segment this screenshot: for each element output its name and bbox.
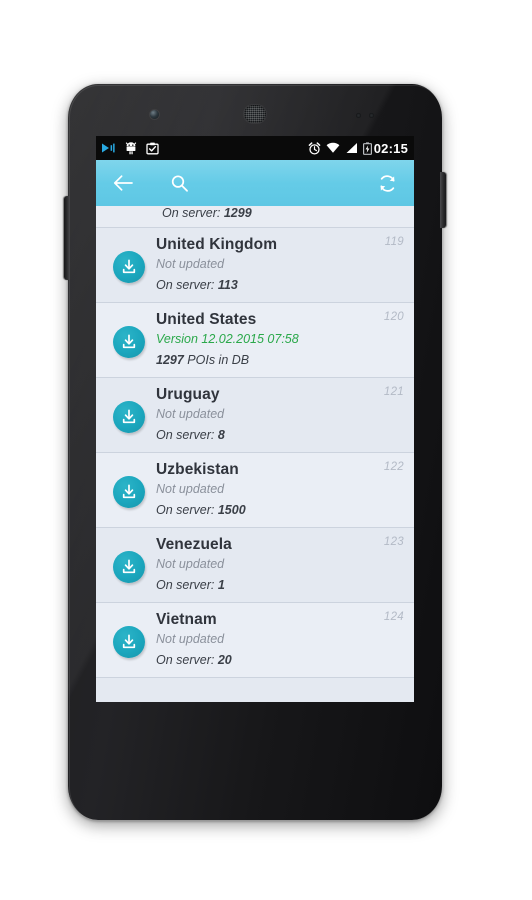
wifi-icon (326, 142, 340, 153)
row-icon-cell[interactable] (106, 535, 152, 583)
volume-button[interactable] (64, 196, 70, 280)
country-name: Uruguay (156, 386, 220, 403)
search-button[interactable] (164, 168, 194, 198)
search-icon (171, 174, 188, 192)
row-text-cell: Uzbekistan Not updated On server: 1500 (152, 460, 404, 519)
download-icon[interactable] (113, 551, 145, 583)
on-server-label: On server: (156, 653, 215, 667)
on-server-label: On server: (162, 206, 221, 220)
table-row[interactable]: Uruguay Not updated On server: 8 121 (96, 378, 414, 453)
download-icon[interactable] (113, 626, 145, 658)
row-text-cell: Vietnam Not updated On server: 20 (152, 610, 404, 669)
refresh-button[interactable] (372, 168, 402, 198)
download-icon[interactable] (113, 251, 145, 283)
update-status: Not updated (156, 557, 225, 571)
table-row[interactable]: Uzbekistan Not updated On server: 1500 1… (96, 453, 414, 528)
update-status: Not updated (156, 257, 225, 271)
country-name: Vietnam (156, 611, 217, 628)
cast-play-icon (102, 143, 115, 153)
download-arrow-glyph (122, 634, 136, 649)
screenshot-stage: 02:15 On server: 1299 United Kingdom Not… (0, 0, 532, 900)
earpiece-speaker-icon (244, 105, 266, 123)
row-text-cell: Uruguay Not updated On server: 8 (152, 385, 404, 444)
battery-charging-icon (362, 141, 372, 155)
on-server-text: On server: 8 (156, 426, 404, 444)
row-index: 122 (383, 461, 404, 473)
list-item-partial-top[interactable]: On server: 1299 (96, 206, 414, 228)
light-sensor-icon (369, 113, 374, 118)
on-server-label: On server: (156, 428, 215, 442)
on-server-text: On server: 20 (156, 651, 404, 669)
download-arrow-glyph (122, 559, 136, 574)
row-index: 121 (383, 386, 404, 398)
on-server-text: On server: 1299 (162, 206, 252, 222)
download-icon[interactable] (113, 476, 145, 508)
download-arrow-glyph (122, 259, 136, 274)
row-index: 120 (383, 311, 404, 323)
row-text-cell: United Kingdom Not updated On server: 11… (152, 235, 404, 294)
app-toolbar (96, 160, 414, 206)
status-bar-clock: 02:15 (373, 140, 408, 156)
update-status: Version 12.02.2015 07:58 (156, 332, 299, 346)
row-text-cell: United States Version 12.02.2015 07:58 1… (152, 310, 404, 369)
refresh-icon (380, 174, 394, 192)
clipboard-check-icon (146, 142, 159, 154)
status-bar-left-icons (101, 141, 159, 155)
row-icon-cell[interactable] (106, 235, 152, 283)
row-icon-cell[interactable] (106, 610, 152, 658)
proximity-sensor-icon (356, 113, 361, 118)
table-row[interactable]: United Kingdom Not updated On server: 11… (96, 228, 414, 303)
update-status: Not updated (156, 482, 225, 496)
row-index: 124 (383, 611, 404, 623)
row-index: 123 (383, 536, 404, 548)
row-icon-cell[interactable] (106, 310, 152, 358)
row-index: 119 (384, 236, 404, 248)
alarm-icon (308, 141, 321, 155)
download-arrow-glyph (122, 409, 136, 424)
on-server-value: 1500 (217, 503, 246, 517)
table-row[interactable]: Vietnam Not updated On server: 20 124 (96, 603, 414, 678)
phone-screen: 02:15 On server: 1299 United Kingdom Not… (96, 136, 414, 702)
download-icon[interactable] (113, 401, 145, 433)
download-icon[interactable] (113, 326, 145, 358)
android-robot-icon (125, 141, 137, 154)
row-text-cell: Venezuela Not updated On server: 1 (152, 535, 404, 594)
power-button[interactable] (440, 172, 446, 228)
country-name: Uzbekistan (156, 461, 239, 478)
on-server-text: On server: 113 (156, 276, 404, 294)
on-server-value: 8 (217, 428, 225, 442)
download-arrow-glyph (122, 334, 136, 349)
update-status: Not updated (156, 407, 225, 421)
on-server-value: 20 (217, 653, 232, 667)
status-bar-right-icons (308, 141, 372, 155)
on-server-value: 1299 (223, 206, 252, 220)
on-server-text: On server: 1 (156, 576, 404, 594)
row-icon-cell[interactable] (106, 460, 152, 508)
table-row[interactable]: Venezuela Not updated On server: 1 123 (96, 528, 414, 603)
pois-label: POIs in DB (187, 353, 250, 367)
phone-top-bezel (68, 84, 442, 136)
country-list[interactable]: On server: 1299 United Kingdom Not updat… (96, 206, 414, 702)
row-icon-cell[interactable] (106, 385, 152, 433)
on-server-label: On server: (156, 578, 215, 592)
on-server-value: 1 (217, 578, 225, 592)
country-name: United States (156, 311, 257, 328)
table-row[interactable]: United States Version 12.02.2015 07:58 1… (96, 303, 414, 378)
country-name: Venezuela (156, 536, 232, 553)
arrow-back-icon (113, 175, 133, 191)
update-status: Not updated (156, 632, 225, 646)
on-server-label: On server: (156, 278, 215, 292)
status-bar: 02:15 (96, 136, 414, 160)
country-name: United Kingdom (156, 236, 278, 253)
on-server-text: On server: 1500 (156, 501, 404, 519)
download-arrow-glyph (122, 484, 136, 499)
pois-count-value: 1297 (156, 353, 184, 367)
pois-in-db-text: 1297 POIs in DB (156, 351, 404, 369)
on-server-value: 113 (217, 278, 238, 292)
front-camera-icon (150, 110, 159, 119)
signal-icon (346, 143, 357, 153)
back-button[interactable] (108, 168, 138, 198)
on-server-label: On server: (156, 503, 215, 517)
